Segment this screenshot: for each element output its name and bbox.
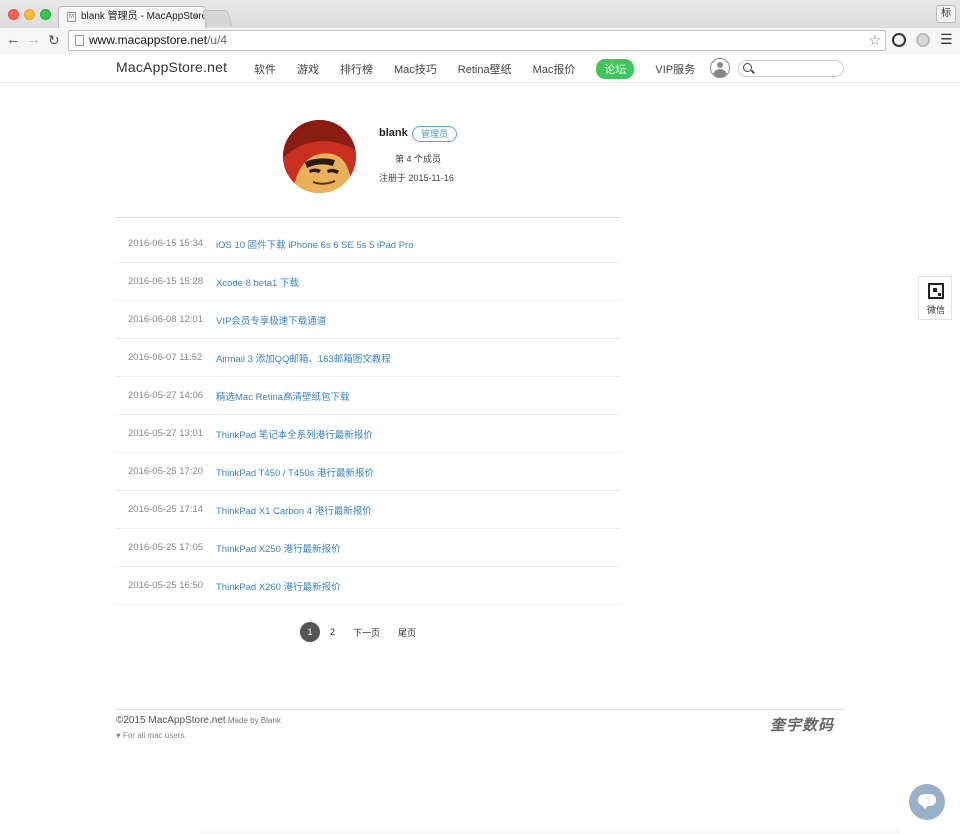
post-title-link[interactable]: iOS 10 固件下载 iPhone 6s 6 SE 5s 5 iPad Pro [216,237,413,251]
wechat-widget[interactable]: 微信 [918,276,952,320]
post-title-link[interactable]: ThinkPad X250 港行最新报价 [216,541,341,555]
last-page-link[interactable]: 尾页 [398,626,416,639]
avatar-illustration [283,120,356,193]
qr-code-icon [928,283,944,299]
nav-item-software[interactable]: 软件 [254,61,276,77]
site-logo[interactable]: MacAppStore.net [116,59,227,75]
list-item: 2016-05-27 13:01 ThinkPad 笔记本全系列港行最新报价 [116,415,621,453]
menu-hamburger-icon[interactable]: ☰ [940,31,953,47]
post-date: 2016-05-25 16:50 [128,580,204,591]
bookmark-star-icon[interactable]: ☆ [868,31,881,50]
post-title-link[interactable]: ThinkPad T450 / T450s 港行最新报价 [216,465,374,479]
next-page-link[interactable]: 下一页 [353,626,380,639]
footer-tagline: ♥ For all mac users. [116,731,187,740]
site-header: MacAppStore.net 软件 游戏 排行榜 Mac技巧 Retina壁纸… [0,54,960,83]
post-date: 2016-05-25 17:14 [128,504,204,515]
post-title-link[interactable]: Airmail 3 添加QQ邮箱、163邮箱图文教程 [216,351,391,365]
post-title-link[interactable]: ThinkPad X260 港行最新报价 [216,579,341,593]
nav-item-mac-prices[interactable]: Mac报价 [533,61,576,77]
forward-arrow-icon[interactable]: → [26,32,41,48]
post-date: 2016-06-15 15:28 [128,276,204,287]
post-title-link[interactable]: ThinkPad X1 Carbon 4 港行最新报价 [216,503,372,517]
page-2-link[interactable]: 2 [330,627,335,637]
list-item: 2016-05-25 17:20 ThinkPad T450 / T450s 港… [116,453,621,491]
post-date: 2016-06-08 12:01 [128,314,204,325]
post-title-link[interactable]: Xcode 8 beta1 下载 [216,275,299,289]
extension-circle-icon[interactable] [916,33,930,47]
page-favicon-icon: M [67,12,76,22]
search-input[interactable] [738,60,844,77]
profile-username: blank [379,127,408,139]
list-item: 2016-05-25 17:05 ThinkPad X250 港行最新报价 [116,529,621,567]
list-item: 2016-05-27 14:06 精选Mac Retina高清壁纸包下载 [116,377,621,415]
post-date: 2016-06-15 15:34 [128,238,204,249]
browser-toolbar: ← → ↻ www.macappstore.net/u/4 ☆ ☰ [0,28,960,54]
address-bar[interactable]: www.macappstore.net/u/4 ☆ [68,30,886,51]
post-list: 2016-06-15 15:34 iOS 10 固件下载 iPhone 6s 6… [116,225,621,605]
post-date: 2016-05-25 17:05 [128,542,204,553]
new-tab-button[interactable] [201,10,233,26]
list-item: 2016-05-25 17:14 ThinkPad X1 Carbon 4 港行… [116,491,621,529]
footer-copyright: ©2015 MacAppStore.net Made by Blank [116,715,281,726]
search-icon [743,63,752,72]
extension-info-icon[interactable] [892,33,906,47]
post-title-link[interactable]: ThinkPad 笔记本全系列港行最新报价 [216,427,373,441]
role-badge: 管理员 [412,126,458,142]
tab-title: blank 管理员 - MacAppStore. [81,11,206,22]
back-arrow-icon[interactable]: ← [6,32,21,48]
url-host: www.macappstore.net [89,33,208,47]
page-current[interactable]: 1 [300,622,320,642]
nav-item-mac-tips[interactable]: Mac技巧 [394,61,437,77]
chat-bubble-icon[interactable] [909,784,945,820]
nav-item-rankings[interactable]: 排行榜 [340,61,373,77]
nav-item-retina-wallpaper[interactable]: Retina壁纸 [458,61,512,77]
post-date: 2016-05-25 17:20 [128,466,204,477]
url-path: /u/4 [207,33,228,47]
tab-bar: M blank 管理员 - MacAppStore. × 标 [0,0,960,28]
profile-divider [116,217,621,218]
pagination: 1 2 下一页 尾页 [300,622,434,642]
nav-item-games[interactable]: 游戏 [297,61,319,77]
nav-item-forum[interactable]: 论坛 [596,58,635,79]
profile-corner-button[interactable]: 标 [936,5,956,23]
bottom-shadow [200,826,900,834]
list-item: 2016-06-15 15:28 Xcode 8 beta1 下载 [116,263,621,301]
list-item: 2016-06-08 12:01 VIP会员专享极速下载通道 [116,301,621,339]
browser-chrome: M blank 管理员 - MacAppStore. × 标 ← → ↻ www… [0,0,960,54]
wechat-label: 微信 [926,305,945,315]
copyright-text: ©2015 MacAppStore.net [116,715,226,726]
user-avatar [283,120,356,193]
page-icon [75,35,84,46]
member-number: 第 4 个成员 [395,154,442,164]
window-minimize-button[interactable] [24,9,35,20]
brand-logo[interactable]: 奎宇数码 [770,714,834,735]
post-title-link[interactable]: VIP会员专享极速下载通道 [216,313,326,327]
post-title-link[interactable]: 精选Mac Retina高清壁纸包下载 [216,389,350,403]
window-maximize-button[interactable] [40,9,51,20]
post-date: 2016-05-27 13:01 [128,428,204,439]
window-close-button[interactable] [8,9,19,20]
browser-tab[interactable]: M blank 管理员 - MacAppStore. × [58,6,206,28]
nav-item-vip[interactable]: VIP服务 [655,61,695,77]
user-account-icon[interactable] [710,58,730,78]
list-item: 2016-06-07 11:52 Airmail 3 添加QQ邮箱、163邮箱图… [116,339,621,377]
post-date: 2016-05-27 14:06 [128,390,204,401]
footer-divider [116,709,844,710]
main-nav: 软件 游戏 排行榜 Mac技巧 Retina壁纸 Mac报价 论坛 VIP服务 [254,54,716,83]
post-date: 2016-06-07 11:52 [128,352,203,363]
list-item: 2016-05-25 16:50 ThinkPad X260 港行最新报价 [116,567,621,605]
join-date: 注册于 2015-11-16 [379,173,454,183]
tab-close-icon[interactable]: × [193,7,199,27]
list-item: 2016-06-15 15:34 iOS 10 固件下载 iPhone 6s 6… [116,225,621,263]
reload-icon[interactable]: ↻ [48,32,60,48]
made-by-text: Made by Blank [225,716,281,725]
